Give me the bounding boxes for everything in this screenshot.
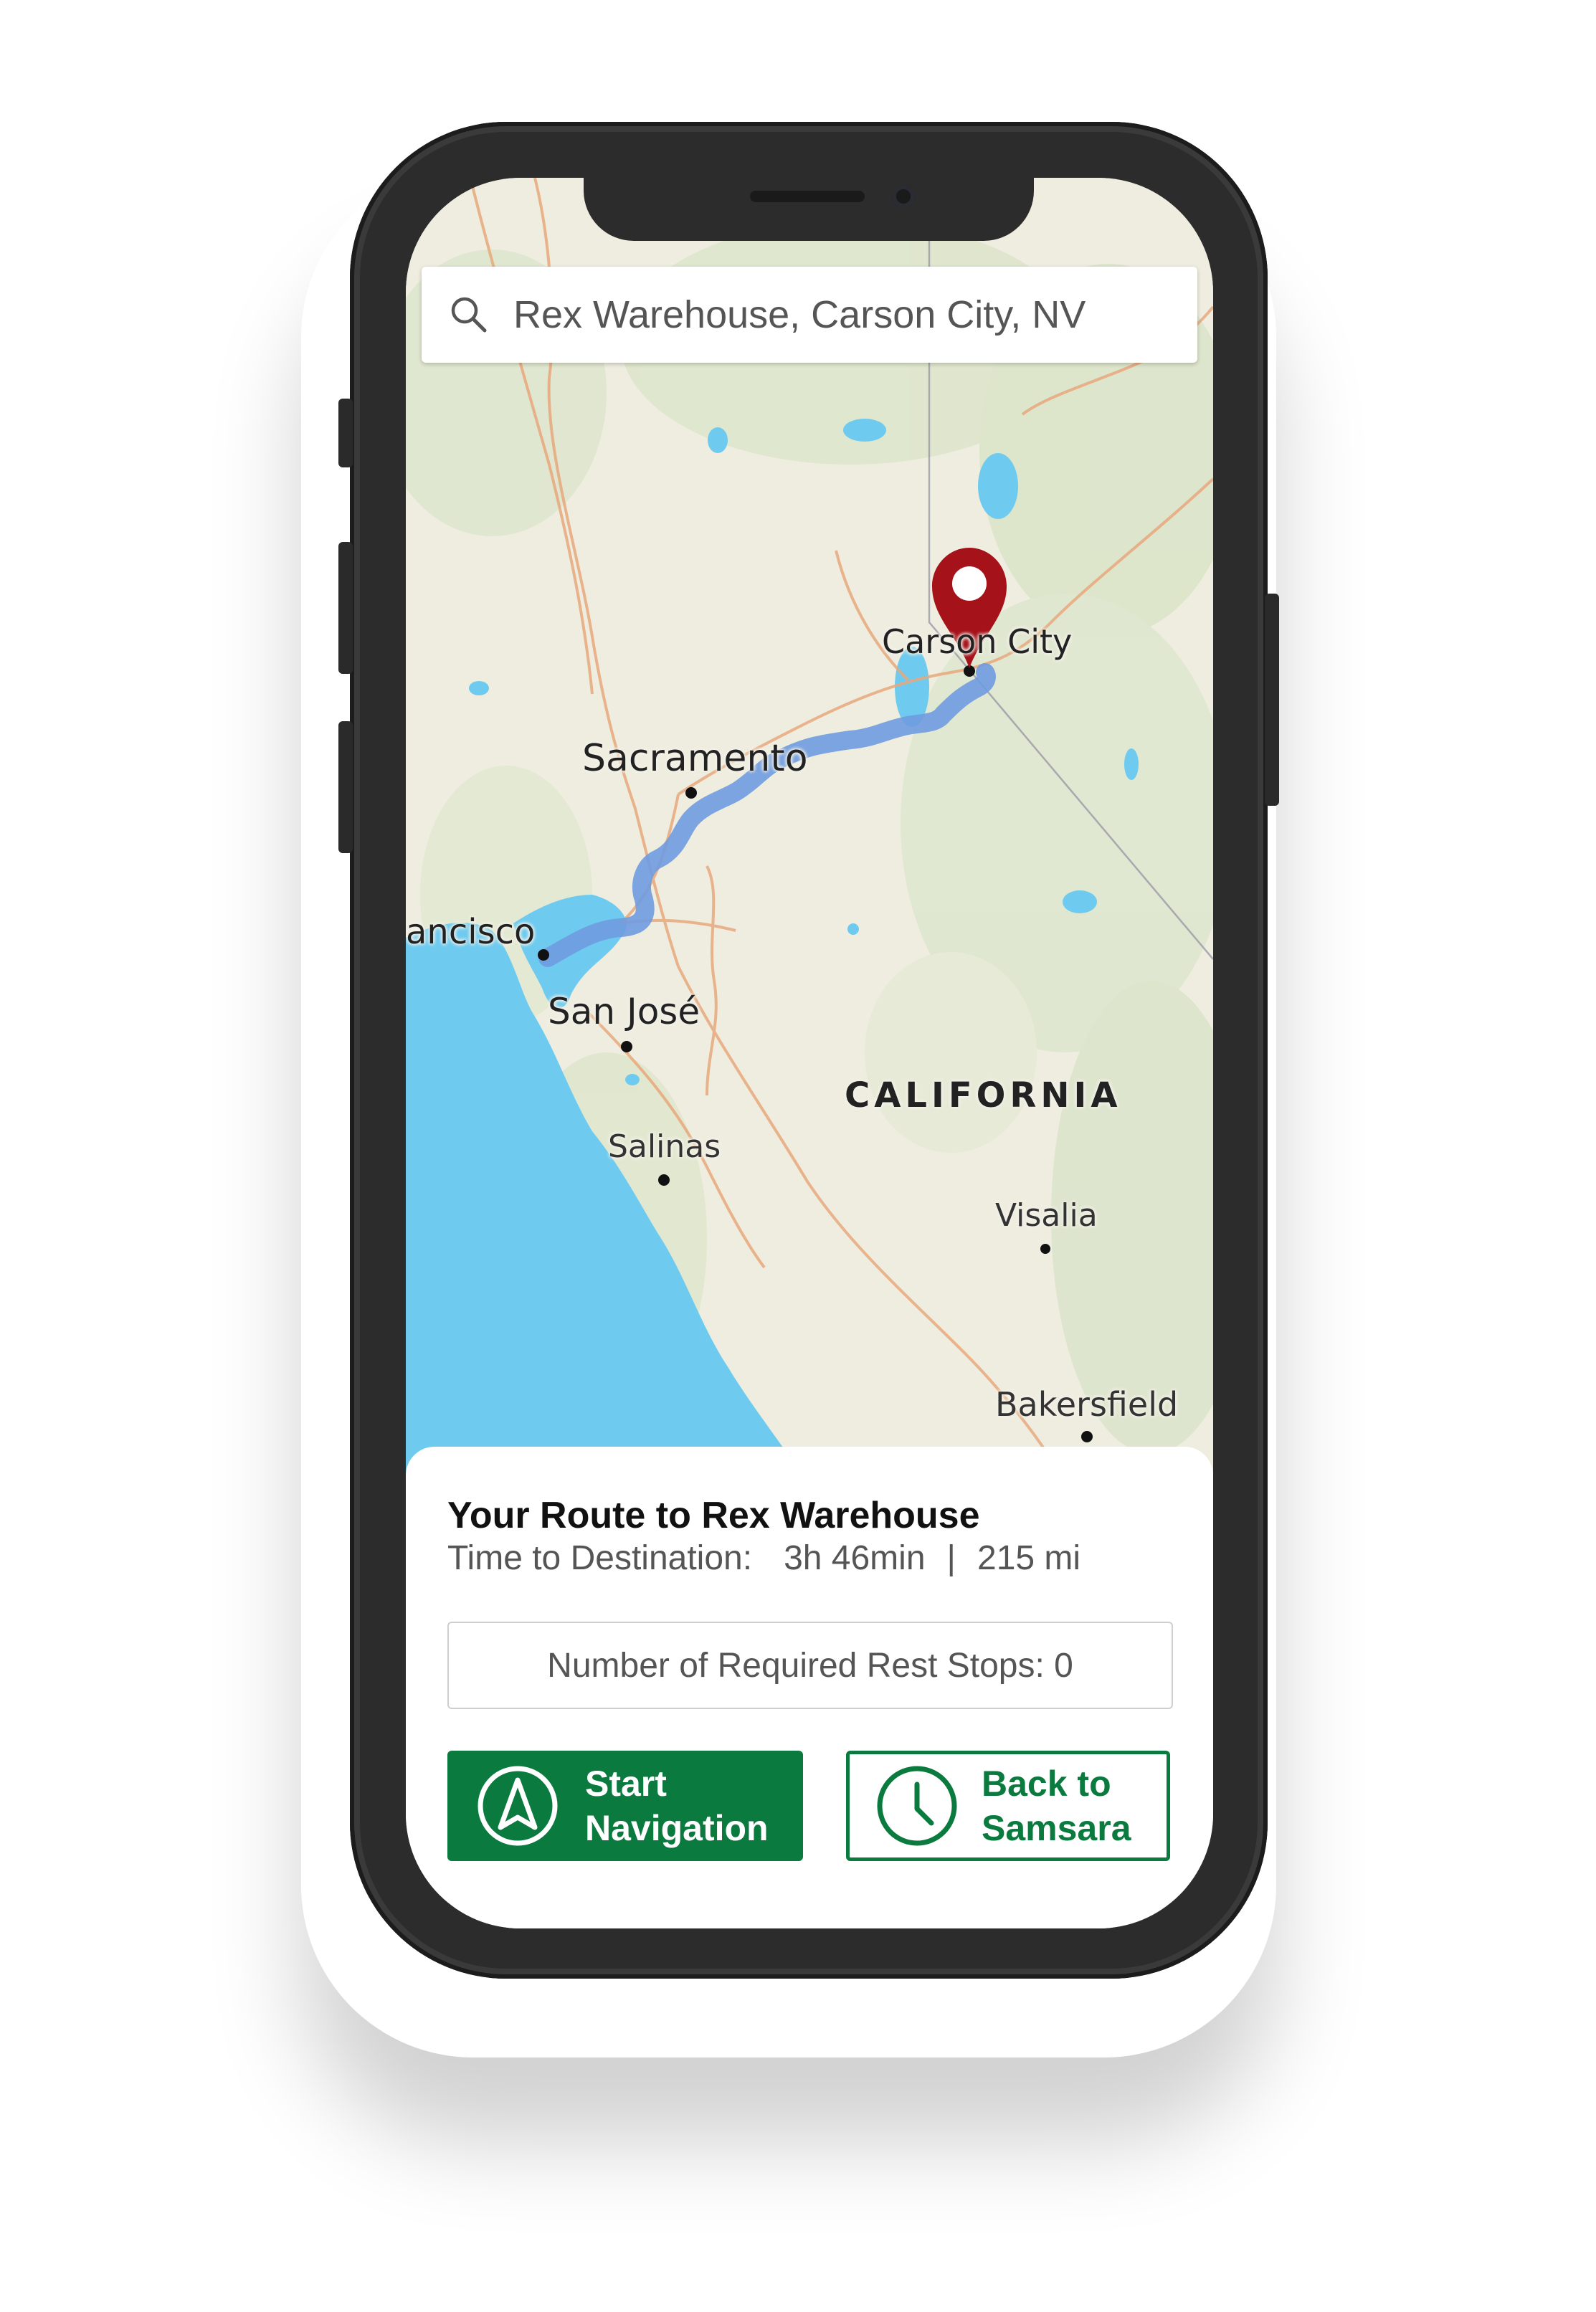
route-summary-sheet: Your Route to Rex Warehouse Time to Dest… [406,1447,1213,1928]
phone-notch [584,178,1034,241]
route-title: Your Route to Rex Warehouse [447,1495,980,1536]
clock-icon [877,1766,957,1846]
back-to-samsara-label: Back to Samsara [982,1764,1131,1848]
meta-separator: | [946,1539,956,1577]
search-bar[interactable] [422,267,1197,363]
map-label-sacramento: Sacramento [582,737,808,780]
map-label-california: CALIFORNIA [845,1075,1122,1115]
phone-power-button [1265,594,1279,806]
navigation-arrow-icon [478,1766,558,1846]
phone-volume-down-button [338,721,353,853]
phone-silent-switch [338,399,353,467]
phone-volume-up-button [338,542,353,674]
speaker-grille [750,191,865,202]
start-navigation-button[interactable]: Start Navigation [447,1751,803,1861]
front-camera [892,185,915,208]
search-icon [451,297,487,333]
map-label-bakersfield: Bakersfield [995,1385,1179,1424]
search-input[interactable] [512,292,1131,338]
start-navigation-label: Start Navigation [585,1764,769,1848]
rest-stops-box: Number of Required Rest Stops: 0 [447,1622,1173,1709]
back-to-samsara-button[interactable]: Back to Samsara [846,1751,1170,1861]
map-label-san-jose: San José [548,991,700,1032]
time-to-destination-value: 3h 46min [784,1539,926,1577]
map-canvas[interactable] [406,178,1213,1483]
map-label-visalia: Visalia [995,1197,1098,1234]
route-distance: 215 mi [977,1539,1081,1577]
phone-screen: Carson City Sacramento ancisco San José … [406,178,1213,1928]
route-meta: Time to Destination: 3h 46min | 215 mi [447,1538,1080,1578]
time-to-destination-label: Time to Destination: [447,1539,753,1577]
map-label-carson-city: Carson City [882,622,1073,661]
map-view[interactable]: Carson City Sacramento ancisco San José … [406,178,1213,1483]
map-label-san-francisco: ancisco [406,912,536,952]
map-label-salinas: Salinas [608,1128,721,1165]
